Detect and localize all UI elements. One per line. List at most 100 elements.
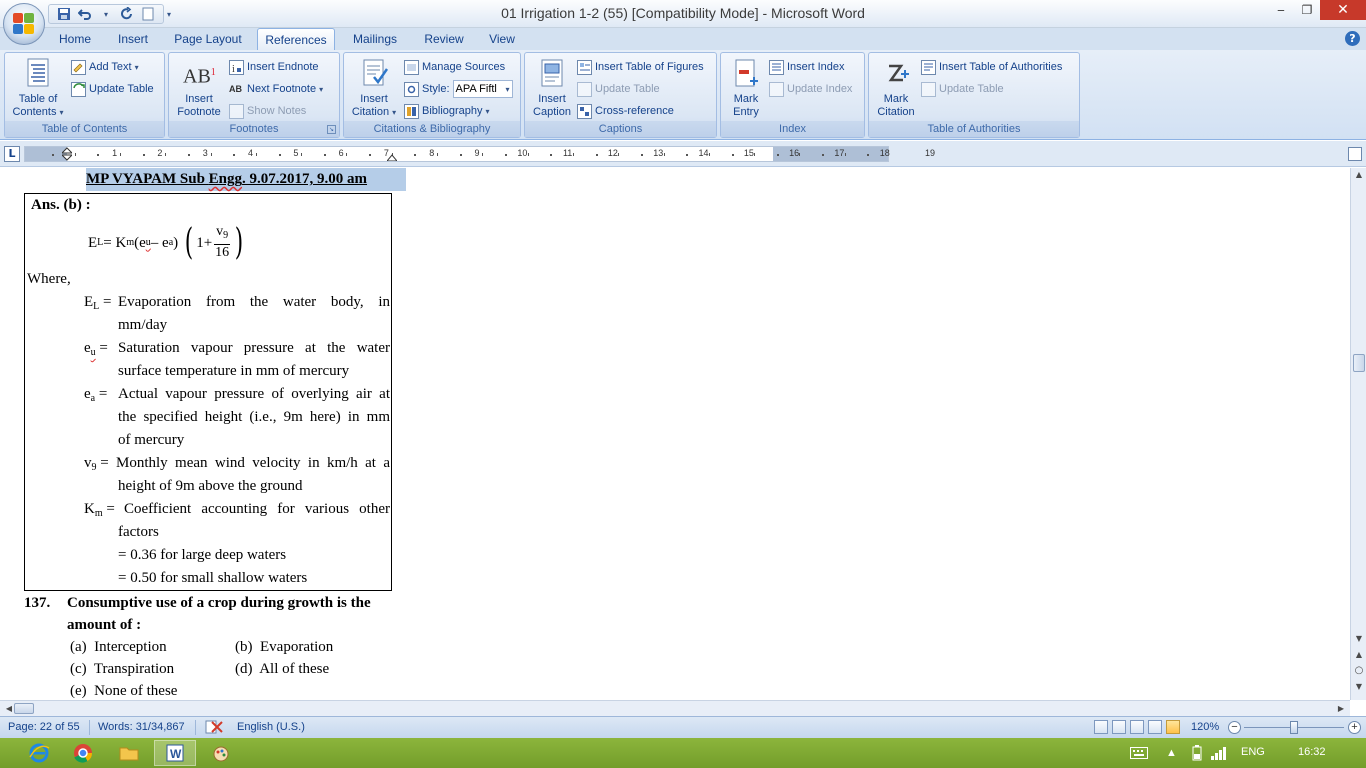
view-ruler-icon[interactable] [1348, 147, 1362, 161]
ruler-tick [527, 153, 529, 156]
minimize-button[interactable]: ‒ [1268, 0, 1294, 20]
group-label-index: Index [721, 121, 864, 137]
horizontal-scroll-thumb[interactable] [14, 703, 34, 714]
update-toa-button[interactable]: Update Table [921, 79, 1004, 99]
question-number: 137. [24, 595, 51, 611]
chrome-icon[interactable] [62, 740, 104, 766]
option-d[interactable]: (d) All of these [235, 659, 329, 679]
ruler-number: 10 [517, 148, 528, 158]
spelling-check-icon[interactable] [204, 719, 224, 738]
insert-index-button[interactable]: Insert Index [769, 57, 844, 77]
web-layout-icon[interactable] [1130, 720, 1144, 734]
next-page-icon[interactable]: ▼ [1352, 680, 1366, 694]
vertical-scroll-thumb[interactable] [1353, 354, 1365, 372]
network-signal-icon[interactable] [1210, 746, 1228, 763]
style-dropdown[interactable]: APA Fiftl ▾ [452, 80, 513, 98]
tab-review[interactable]: Review [414, 28, 474, 50]
horizontal-ruler[interactable]: 1 2 3 4 5 6 7 8 9 10 11 12 13 14 15 16 17 18 19 [24, 146, 935, 162]
tab-home[interactable]: Home [48, 28, 102, 50]
cross-reference-button[interactable]: Cross-reference [577, 101, 674, 121]
tab-mailings[interactable]: Mailings [343, 28, 407, 50]
tab-page-layout[interactable]: Page Layout [166, 28, 250, 50]
insert-caption-button[interactable]: Insert Caption [527, 57, 577, 119]
ruler-number: 2 [157, 148, 163, 158]
update-index-button[interactable]: Update Index [769, 79, 852, 99]
close-button[interactable]: ✕ [1320, 0, 1366, 20]
help-icon[interactable]: ? [1345, 31, 1360, 46]
next-footnote-button[interactable]: AB Next Footnote ▾ [229, 79, 323, 99]
insert-table-of-authorities-button[interactable]: Insert Table of Authorities [921, 57, 1062, 77]
def-text: Actual vapour pressure of overlying air … [118, 386, 390, 402]
file-explorer-icon[interactable] [108, 740, 150, 766]
update-table-figures-button[interactable]: Update Table [577, 79, 660, 99]
internet-explorer-icon[interactable] [18, 740, 60, 766]
scroll-down-icon[interactable]: ▼ [1352, 632, 1366, 646]
input-language[interactable]: ENG [1241, 746, 1265, 758]
restore-button[interactable]: ❐ [1294, 0, 1320, 20]
indent-marker-icon[interactable] [62, 147, 72, 161]
manage-sources-button[interactable]: Manage Sources [404, 57, 505, 77]
def-text: Monthly mean wind velocity in km/h at a [116, 455, 390, 471]
table-of-contents-button[interactable]: Table of Contents ▾ [9, 57, 67, 119]
insert-endnote-button[interactable]: i Insert Endnote [229, 57, 319, 77]
insert-footnote-button[interactable]: AB1 Insert Footnote [173, 57, 225, 119]
group-captions: Insert Caption Insert Table of Figures U… [524, 52, 717, 138]
right-indent-marker-icon[interactable] [387, 154, 397, 161]
bibliography-button[interactable]: Bibliography ▾ [404, 101, 490, 121]
ribbon-tabs: Home Insert Page Layout References Maili… [0, 28, 1366, 51]
word-taskbar-icon[interactable]: W [154, 740, 196, 766]
insert-table-of-figures-button[interactable]: Insert Table of Figures [577, 57, 704, 77]
zoom-level[interactable]: 120% [1191, 721, 1219, 733]
group-label-captions: Captions [525, 121, 716, 137]
mark-entry-button[interactable]: Mark Entry [723, 57, 769, 119]
mark-entry-label-2: Entry [733, 106, 759, 118]
document-area[interactable]: MP VYAPAM Sub Engg. 9.07.2017, 9.00 am A… [0, 168, 1350, 700]
paint-icon[interactable] [200, 740, 242, 766]
scroll-up-icon[interactable]: ▲ [1352, 168, 1366, 182]
print-layout-view-icon[interactable] [1094, 720, 1108, 734]
option-a[interactable]: (a) Interception [70, 637, 167, 657]
zoom-in-button[interactable]: + [1348, 721, 1361, 734]
office-button[interactable] [3, 3, 45, 45]
update-table-button[interactable]: Update Table [71, 79, 154, 99]
language-indicator[interactable]: English (U.S.) [237, 721, 305, 733]
def-text: height of 9m above the ground [118, 478, 303, 494]
previous-page-icon[interactable]: ▲ [1352, 648, 1366, 662]
full-screen-reading-icon[interactable] [1112, 720, 1126, 734]
footnote-icon: AB1 [183, 65, 216, 88]
vertical-scrollbar[interactable]: ▲ ▼ ▲ ○ ▼ [1350, 168, 1366, 700]
show-hidden-icons-icon[interactable]: ▲ [1166, 747, 1177, 759]
outline-view-icon[interactable] [1148, 720, 1162, 734]
add-text-button[interactable]: Add Text ▾ [71, 57, 139, 77]
show-notes-button[interactable]: Show Notes [229, 101, 306, 121]
option-b[interactable]: (b) Evaporation [235, 637, 333, 657]
horizontal-scrollbar[interactable]: ◀ ▶ [0, 700, 1350, 716]
draft-view-icon[interactable] [1166, 720, 1180, 734]
word-count[interactable]: Words: 31/34,867 [98, 721, 185, 733]
zoom-out-button[interactable]: − [1228, 721, 1241, 734]
insert-citation-button[interactable]: Insert Citation ▾ [346, 57, 402, 119]
select-browse-object-icon[interactable]: ○ [1352, 664, 1366, 678]
word-window: ▾ ▾ 01 Irrigation 1-2 (55) [Compatibilit… [0, 0, 1366, 768]
mark-citation-button[interactable]: Mark Citation [871, 57, 921, 119]
option-e[interactable]: (e) None of these [70, 681, 177, 700]
option-c[interactable]: (c) Transpiration [70, 659, 174, 679]
tab-view[interactable]: View [480, 28, 524, 50]
footnotes-dialog-launcher-icon[interactable]: ↘ [327, 125, 336, 134]
update-index-icon [769, 81, 784, 97]
page-count[interactable]: Page: 22 of 55 [8, 721, 80, 733]
ruler-tick [119, 153, 121, 156]
tab-references[interactable]: References [257, 28, 335, 51]
ruler-tick [822, 154, 825, 156]
ruler-number: 11 [562, 148, 573, 158]
clock[interactable]: 16:32 [1298, 746, 1326, 758]
zoom-slider-thumb[interactable] [1290, 721, 1298, 734]
ruler-tick [550, 154, 553, 156]
scroll-right-icon[interactable]: ▶ [1334, 702, 1348, 716]
battery-icon[interactable] [1192, 745, 1202, 764]
keyboard-icon[interactable] [1130, 747, 1148, 762]
tab-selector-button[interactable]: L [4, 146, 20, 162]
tab-insert[interactable]: Insert [106, 28, 160, 50]
def-text: = 0.36 for large deep waters [118, 547, 287, 563]
style-selector: Style: APA Fiftl ▾ [404, 79, 513, 99]
